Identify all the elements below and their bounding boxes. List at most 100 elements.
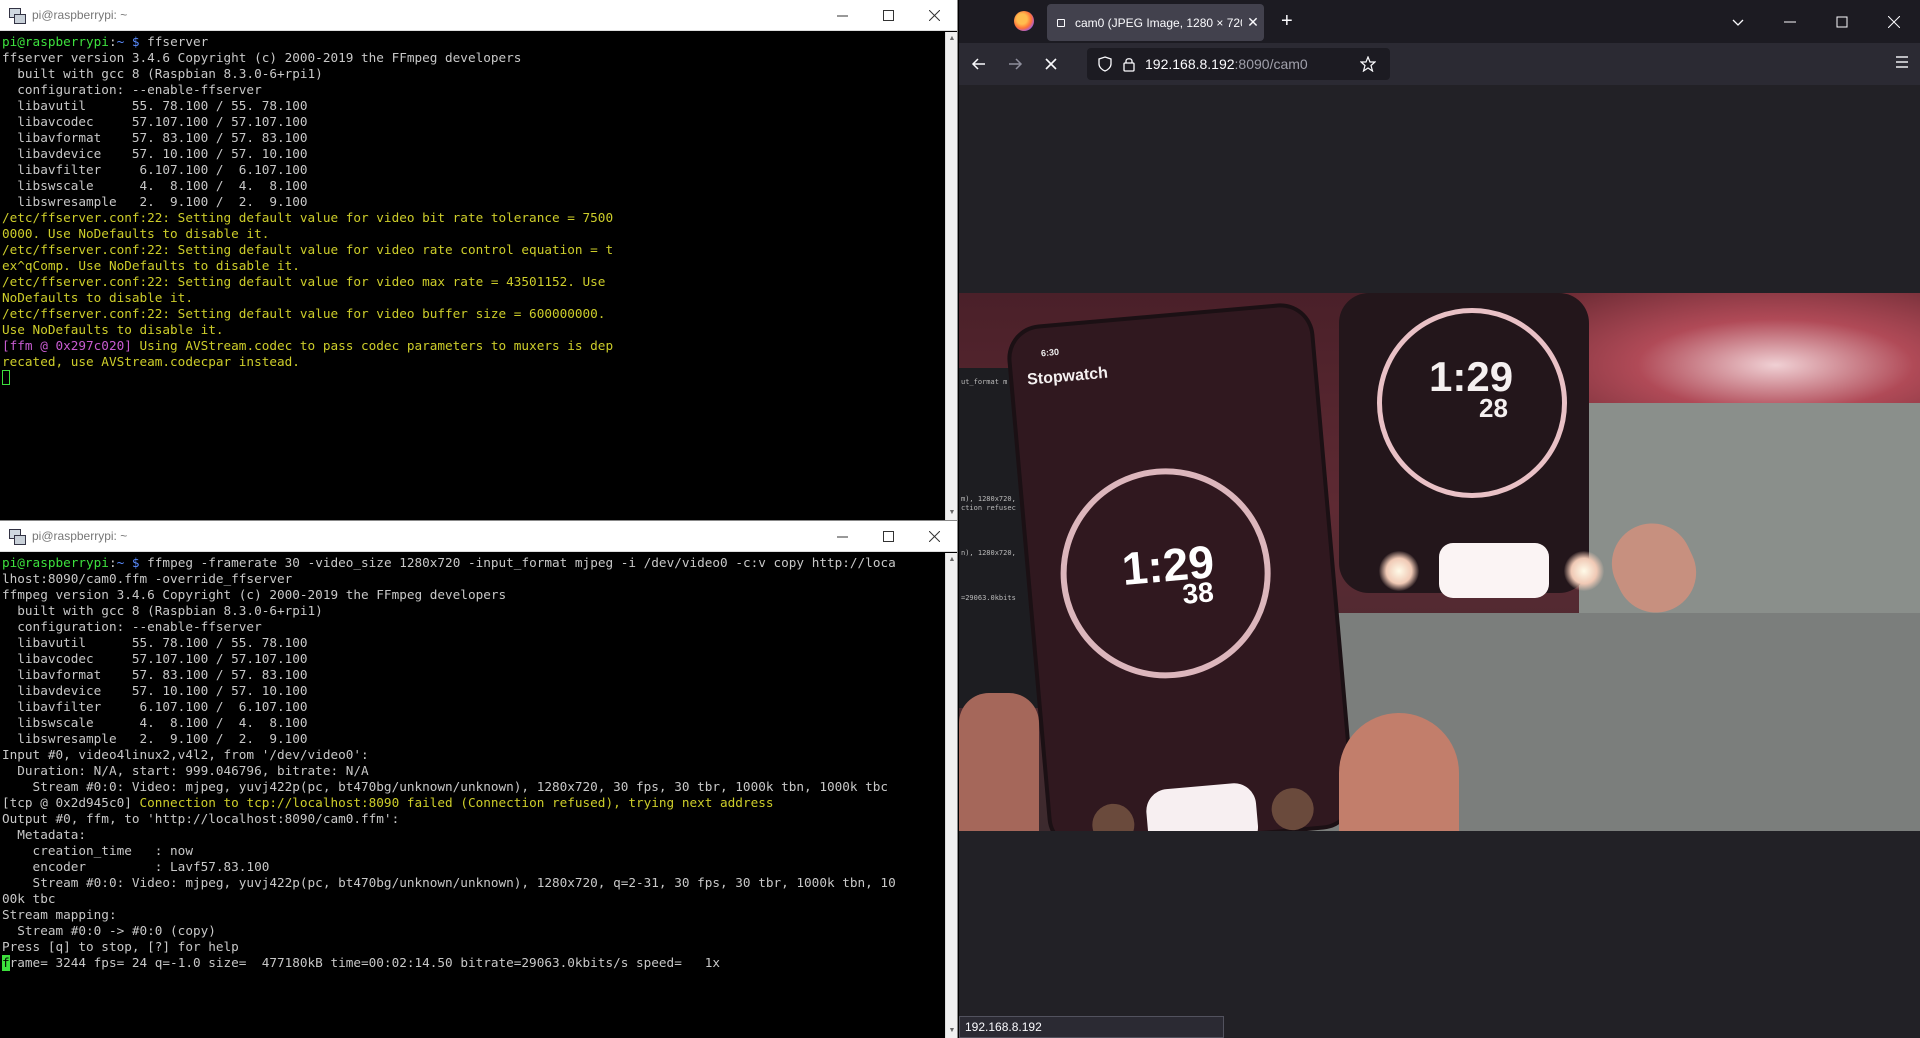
terminal-text: ~ $ bbox=[116, 555, 140, 570]
monitor-text-line bbox=[961, 441, 1016, 450]
light-bar bbox=[1439, 543, 1549, 598]
new-tab-icon[interactable]: + bbox=[1281, 11, 1293, 31]
close-button[interactable] bbox=[911, 521, 957, 552]
scrollbar[interactable]: ▲ ▼ bbox=[945, 32, 957, 520]
back-arrow-icon[interactable] bbox=[963, 48, 995, 80]
scroll-up-icon[interactable]: ▲ bbox=[946, 553, 957, 567]
light bbox=[1379, 551, 1419, 591]
terminal-text: [ffm @ 0x297c020] bbox=[2, 338, 140, 353]
monitor-text-line bbox=[961, 459, 1016, 468]
minimize-button[interactable] bbox=[819, 0, 865, 31]
terminal-line: /etc/ffserver.conf:22: Setting default v… bbox=[2, 274, 945, 290]
terminal-text: libavutil 55. 78.100 / 55. 78.100 bbox=[2, 635, 308, 650]
tab-close-icon[interactable]: ✕ bbox=[1242, 14, 1264, 31]
terminal-text: libavcodec 57.107.100 / 57.107.100 bbox=[2, 114, 308, 129]
photo-hand bbox=[959, 693, 1039, 831]
camera-image[interactable]: ut_format m m), 1280x720, ction refusec n… bbox=[959, 293, 1920, 831]
tab-cam0[interactable]: cam0 (JPEG Image, 1280 × 720 p ✕ bbox=[1047, 4, 1264, 41]
hamburger-menu-icon[interactable] bbox=[1894, 54, 1910, 70]
terminal-text: ex^qComp. Use NoDefaults to disable it. bbox=[2, 258, 300, 273]
forward-arrow-icon[interactable] bbox=[999, 48, 1031, 80]
terminal-line: 00k tbc bbox=[2, 891, 945, 907]
terminal-text: Input #0, video4linux2,v4l2, from '/dev/… bbox=[2, 747, 369, 762]
terminal-line: /etc/ffserver.conf:22: Setting default v… bbox=[2, 210, 945, 226]
list-tabs-icon[interactable] bbox=[1712, 0, 1764, 43]
stopwatch-seconds: 38 bbox=[1181, 576, 1215, 610]
minimize-button[interactable] bbox=[819, 521, 865, 552]
tab-label: cam0 (JPEG Image, 1280 × 720 p bbox=[1075, 15, 1242, 30]
maximize-button[interactable] bbox=[1816, 0, 1868, 43]
window-title: pi@raspberrypi: ~ bbox=[32, 8, 128, 22]
terminal-text: Stream mapping: bbox=[2, 907, 117, 922]
phone-app-title: Stopwatch bbox=[1026, 364, 1109, 389]
putty-titlebar[interactable]: pi@raspberrypi: ~ bbox=[0, 521, 957, 552]
stop-loading-icon[interactable] bbox=[1035, 48, 1067, 80]
monitor-text-line bbox=[961, 405, 1016, 414]
phone-pause-button bbox=[1144, 781, 1260, 831]
monitor-text-line: ction refusec bbox=[961, 504, 1016, 512]
putty-titlebar[interactable]: pi@raspberrypi: ~ bbox=[0, 0, 957, 31]
tracking-shield-icon[interactable] bbox=[1097, 56, 1113, 72]
url-bar[interactable]: 192.168.8.192:8090/cam0 bbox=[1087, 48, 1390, 80]
terminal-line: pi@raspberrypi:~ $ ffmpeg -framerate 30 … bbox=[2, 555, 945, 571]
monitor-text-line bbox=[961, 450, 1016, 459]
close-button[interactable] bbox=[911, 0, 957, 31]
monitor-text-line bbox=[961, 477, 1016, 486]
photo-phone: 6:30 Stopwatch 1:29 38 bbox=[1008, 304, 1354, 831]
lock-icon[interactable] bbox=[1121, 56, 1137, 72]
scroll-down-icon[interactable]: ▼ bbox=[946, 506, 957, 520]
url-host: 192.168.8.192 bbox=[1145, 56, 1235, 72]
terminal-text: Using AVStream.codec to pass codec param… bbox=[139, 338, 614, 353]
monitor-text-line bbox=[961, 423, 1016, 432]
monitor-text-line bbox=[961, 540, 1016, 549]
terminal-line: libavutil 55. 78.100 / 55. 78.100 bbox=[2, 98, 945, 114]
terminal-text: libswresample 2. 9.100 / 2. 9.100 bbox=[2, 731, 308, 746]
monitor-text-line bbox=[961, 396, 1016, 405]
terminal-line: libavdevice 57. 10.100 / 57. 10.100 bbox=[2, 146, 945, 162]
monitor-text-line bbox=[961, 387, 1016, 396]
putty-window-ffserver[interactable]: pi@raspberrypi: ~ pi@raspberrypi:~ $ ffs… bbox=[0, 0, 958, 520]
url-path: :8090/cam0 bbox=[1234, 56, 1308, 72]
terminal-text: /etc/ffserver.conf:22: Setting default v… bbox=[2, 274, 606, 289]
firefox-logo-icon[interactable] bbox=[1014, 11, 1034, 31]
terminal-line: libswscale 4. 8.100 / 4. 8.100 bbox=[2, 715, 945, 731]
terminal-text: libavutil 55. 78.100 / 55. 78.100 bbox=[2, 98, 308, 113]
terminal-text: libavfilter 6.107.100 / 6.107.100 bbox=[2, 699, 308, 714]
phone-reset-button bbox=[1090, 802, 1137, 831]
monitor-text-line bbox=[961, 567, 1016, 576]
bookmark-star-icon[interactable] bbox=[1360, 56, 1376, 72]
terminal-output[interactable]: pi@raspberrypi:~ $ ffmpeg -framerate 30 … bbox=[0, 553, 945, 1038]
terminal-text: built with gcc 8 (Raspbian 8.3.0-6+rpi1) bbox=[2, 603, 323, 618]
terminal-text: /etc/ffserver.conf:22: Setting default v… bbox=[2, 242, 614, 257]
maximize-button[interactable] bbox=[865, 0, 911, 31]
terminal-line: Stream #0:0: Video: mjpeg, yuvj422p(pc, … bbox=[2, 875, 945, 891]
terminal-line: libavutil 55. 78.100 / 55. 78.100 bbox=[2, 635, 945, 651]
phone-lap-button bbox=[1269, 786, 1316, 831]
terminal-line: Output #0, ffm, to 'http://localhost:809… bbox=[2, 811, 945, 827]
terminal-line: Duration: N/A, start: 999.046796, bitrat… bbox=[2, 763, 945, 779]
terminal-text: lhost:8090/cam0.ffm -override_ffserver bbox=[2, 571, 293, 586]
terminal-line: configuration: --enable-ffserver bbox=[2, 82, 945, 98]
terminal-line: [tcp @ 0x2d945c0] Connection to tcp://lo… bbox=[2, 795, 945, 811]
scrollbar[interactable]: ▲ ▼ bbox=[945, 553, 957, 1038]
monitor-text-line bbox=[961, 531, 1016, 540]
minimize-button[interactable] bbox=[1764, 0, 1816, 43]
terminal-line: configuration: --enable-ffserver bbox=[2, 619, 945, 635]
terminal-text: Stream #0:0: Video: mjpeg, yuvj422p(pc, … bbox=[2, 779, 889, 794]
terminal-output[interactable]: pi@raspberrypi:~ $ ffserver ffserver vers… bbox=[0, 32, 945, 520]
monitor-text-line: ut_format m bbox=[961, 378, 1008, 386]
putty-icon bbox=[8, 6, 26, 24]
putty-window-ffmpeg[interactable]: pi@raspberrypi: ~ pi@raspberrypi:~ $ ffm… bbox=[0, 520, 958, 1038]
scroll-down-icon[interactable]: ▼ bbox=[946, 1024, 957, 1038]
firefox-window[interactable]: cam0 (JPEG Image, 1280 × 720 p ✕ + 192.1… bbox=[959, 0, 1920, 1038]
monitor-text-line bbox=[961, 468, 1016, 477]
terminal-text: pi@raspberrypi bbox=[2, 555, 109, 570]
terminal-line: /etc/ffserver.conf:22: Setting default v… bbox=[2, 306, 945, 322]
maximize-button[interactable] bbox=[865, 521, 911, 552]
scroll-up-icon[interactable]: ▲ bbox=[946, 32, 957, 46]
close-button[interactable] bbox=[1868, 0, 1920, 43]
monitor-text-line bbox=[961, 414, 1016, 423]
terminal-text: ffmpeg -framerate 30 -video_size 1280x72… bbox=[139, 555, 896, 570]
terminal-line: pi@raspberrypi:~ $ ffserver bbox=[2, 34, 945, 50]
monitor-text-line bbox=[961, 576, 1016, 585]
